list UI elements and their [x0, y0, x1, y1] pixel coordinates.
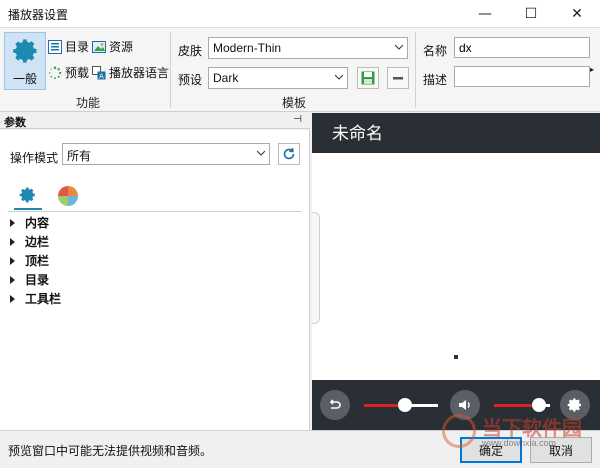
gear-icon	[13, 39, 37, 63]
watermark-circle-icon	[442, 414, 476, 448]
expand-arrow-icon	[10, 256, 15, 265]
toc-button[interactable]: 目录	[48, 38, 89, 55]
save-icon	[361, 71, 375, 85]
tree-item-label: 内容	[25, 216, 50, 230]
params-panel: 操作模式 所有 内容 边栏 顶栏 目录 工具栏	[0, 130, 310, 430]
list-icon	[48, 39, 62, 54]
gear-icon	[19, 187, 35, 203]
expand-arrow-icon	[10, 237, 15, 246]
name-label: 名称	[423, 44, 448, 58]
tree-item-label: 目录	[25, 273, 50, 287]
preview-title: 未命名	[332, 124, 383, 143]
tab-general[interactable]	[14, 182, 42, 210]
preview-dot	[454, 355, 458, 359]
params-title: 参数	[4, 117, 26, 129]
resources-button[interactable]: 资源	[92, 38, 133, 55]
preset-label: 预设	[178, 73, 203, 87]
tree-item-topbar[interactable]: 顶栏	[10, 252, 49, 269]
replay-icon	[329, 399, 341, 409]
skin-value: Modern-Thin	[213, 41, 282, 55]
refresh-icon	[283, 147, 295, 160]
image-icon	[92, 40, 106, 53]
progress-slider[interactable]	[364, 398, 438, 412]
skin-label: 皮肤	[178, 44, 203, 58]
mode-value: 所有	[67, 149, 92, 163]
general-label: 一般	[12, 72, 37, 86]
chevron-down-icon	[395, 44, 403, 50]
description-label: 描述	[423, 73, 448, 87]
watermark-logo: 当下软件园 www.downxia.com	[442, 410, 592, 458]
svg-text:A: A	[99, 72, 104, 80]
params-header: 参数 ⊣	[0, 113, 310, 129]
pin-icon[interactable]: ⊣	[293, 114, 302, 125]
pane-splitter-handle[interactable]	[312, 212, 320, 324]
chevron-down-icon	[257, 150, 265, 156]
preload-button[interactable]: 预载	[48, 64, 89, 81]
watermark-url: www.downxia.com	[482, 438, 557, 448]
resources-label: 资源	[109, 40, 134, 54]
window-title: 播放器设置	[8, 8, 69, 22]
ribbon-scroll-right-icon[interactable]: ▸	[590, 65, 594, 74]
tree-item-content[interactable]: 内容	[10, 214, 49, 231]
minus-icon	[393, 77, 403, 80]
tree-item-sidebar[interactable]: 边栏	[10, 233, 49, 250]
save-preset-button[interactable]	[357, 67, 379, 89]
ribbon-separator	[170, 32, 171, 108]
template-group-label: 模板	[282, 96, 307, 110]
tree-item-label: 边栏	[25, 235, 50, 249]
color-wheel-icon	[58, 186, 78, 206]
language-icon: A	[92, 65, 106, 80]
preview-topbar: 未命名	[312, 113, 600, 153]
function-group-label: 功能	[76, 96, 101, 110]
player-language-button[interactable]: A 播放器语言	[92, 64, 169, 81]
tab-colors[interactable]	[54, 182, 82, 210]
tree-item-label: 顶栏	[25, 254, 50, 268]
expand-arrow-icon	[10, 218, 15, 227]
close-button[interactable]: ✕	[554, 0, 600, 28]
ribbon: 一般 目录 资源 预载 A 播放器语言 功能 皮肤 Modern-Thin 预设…	[0, 28, 600, 112]
ribbon-separator	[415, 32, 416, 108]
expand-arrow-icon	[10, 294, 15, 303]
general-button[interactable]: 一般	[4, 32, 46, 90]
param-tabs	[8, 180, 302, 212]
preload-label: 预载	[65, 66, 90, 80]
volume-slider[interactable]	[494, 398, 550, 412]
preset-value: Dark	[213, 71, 239, 85]
toc-label: 目录	[65, 40, 90, 54]
delete-preset-button[interactable]	[387, 67, 409, 89]
tree-item-toc[interactable]: 目录	[10, 271, 49, 288]
skin-select[interactable]: Modern-Thin	[208, 37, 408, 59]
mode-select[interactable]: 所有	[62, 143, 270, 165]
tree-item-toolbar[interactable]: 工具栏	[10, 290, 61, 307]
status-message: 预览窗口中可能无法提供视频和音频。	[8, 444, 213, 458]
spinner-icon	[49, 66, 62, 79]
description-input[interactable]	[454, 66, 590, 87]
title-bar: 播放器设置 — ☐ ✕	[0, 0, 600, 28]
maximize-button[interactable]: ☐	[508, 0, 554, 28]
chevron-down-icon	[335, 74, 343, 80]
minimize-button[interactable]: —	[462, 0, 508, 28]
preset-select[interactable]: Dark	[208, 67, 348, 89]
expand-arrow-icon	[10, 275, 15, 284]
watermark-text: 当下软件园	[482, 418, 582, 440]
mode-label: 操作模式	[10, 151, 59, 165]
tree-item-label: 工具栏	[25, 292, 62, 306]
progress-knob[interactable]	[398, 398, 412, 412]
replay-button[interactable]	[320, 390, 350, 420]
preview-panel: 未命名	[312, 113, 600, 430]
player-language-label: 播放器语言	[109, 66, 170, 80]
name-input[interactable]	[454, 37, 590, 58]
reset-button[interactable]	[278, 143, 300, 165]
